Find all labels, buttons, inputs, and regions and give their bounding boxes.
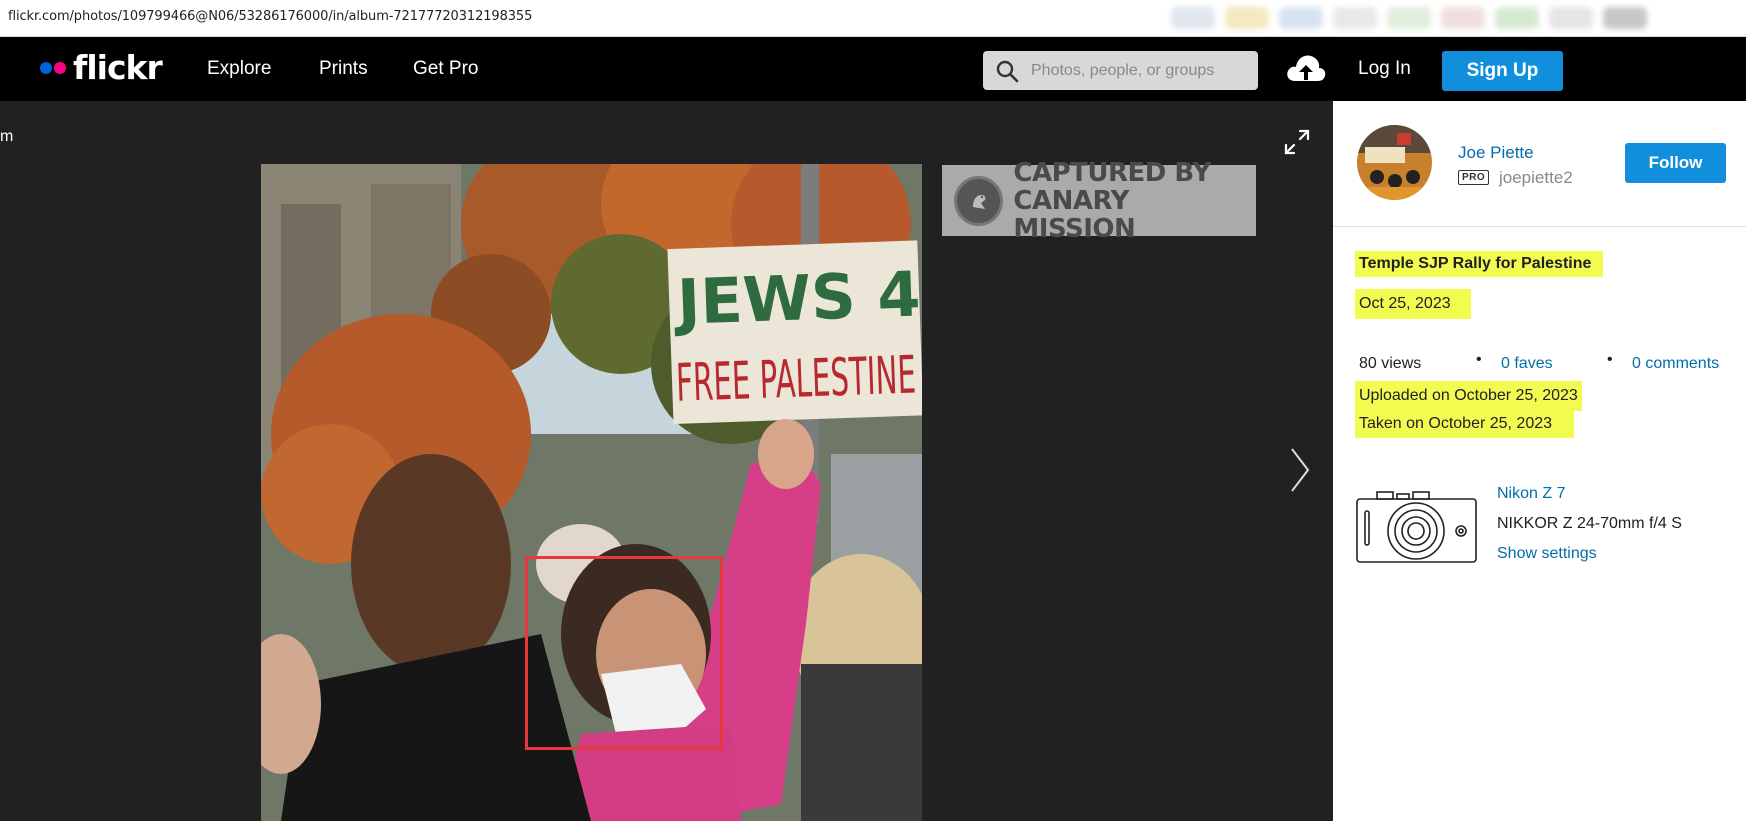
canary-bird-seal-icon [954,175,1004,226]
search-input[interactable] [1031,51,1251,90]
camera-icon [1356,491,1477,563]
faves-link[interactable]: 0 faves [1501,355,1553,373]
follow-button[interactable]: Follow [1625,143,1726,183]
search-icon[interactable] [995,59,1019,83]
sign-line1-text: JEWS 4 A [672,255,922,339]
stats-bullet-2: • [1607,351,1613,368]
author-avatar[interactable] [1357,125,1432,200]
top-navigation: flickr Explore Prints Get Pro Log In Sig… [0,37,1746,101]
browser-extension-strip [1165,2,1746,34]
show-settings-link[interactable]: Show settings [1497,545,1597,563]
search-box[interactable] [983,51,1258,90]
login-link[interactable]: Log In [1358,58,1411,80]
url-text[interactable]: flickr.com/photos/109799466@N06/53286176… [8,9,532,24]
camera-model-link[interactable]: Nikon Z 7 [1497,485,1565,503]
logo-pink-dot [54,62,66,74]
watermark-text: CAPTURED BY CANARY MISSION [1013,159,1256,243]
sign-line2-text: FREE PALESTINE [675,346,917,414]
photo-info-sidebar: Joe Piette PRO joepiette2 Follow Temple … [1333,101,1746,821]
stats-bullet-1: • [1476,351,1482,368]
sidebar-divider [1333,226,1746,227]
watermark-line1: CAPTURED BY [1013,157,1211,188]
author-name-link[interactable]: Joe Piette [1458,143,1534,163]
nav-explore[interactable]: Explore [207,58,271,80]
nav-get-pro[interactable]: Get Pro [413,58,478,80]
nav-prints[interactable]: Prints [319,58,368,80]
lens-name: NIKKOR Z 24-70mm f/4 S [1497,515,1682,532]
watermark-line2: CANARY MISSION [1013,185,1136,244]
photo-title: Temple SJP Rally for Palestine [1355,251,1604,277]
browser-url-bar: flickr.com/photos/109799466@N06/53286176… [0,0,1746,37]
photo-date: Oct 25, 2023 [1355,289,1471,319]
comments-link[interactable]: 0 comments [1632,355,1719,373]
uploaded-date: Uploaded on October 25, 2023 [1355,381,1582,411]
fullscreen-expand-icon[interactable] [1282,127,1312,157]
author-username-link[interactable]: joepiette2 [1499,168,1573,188]
canary-mission-watermark: CAPTURED BY CANARY MISSION [942,159,1256,243]
signup-button[interactable]: Sign Up [1442,51,1563,91]
flickr-logo[interactable]: flickr [40,48,163,87]
logo-blue-dot [40,62,52,74]
upload-cloud-icon[interactable] [1285,51,1327,85]
next-photo-arrow-icon[interactable] [1288,445,1312,495]
views-count: 80 views [1359,355,1422,372]
taken-date: Taken on October 25, 2023 [1355,410,1575,438]
annotation-highlight-box [525,556,723,750]
pro-badge: PRO [1458,170,1490,185]
photo-stage: m JEWS 4 A [0,101,1333,821]
logo-text: flickr [73,48,163,87]
back-to-album-link[interactable]: m [0,128,13,146]
